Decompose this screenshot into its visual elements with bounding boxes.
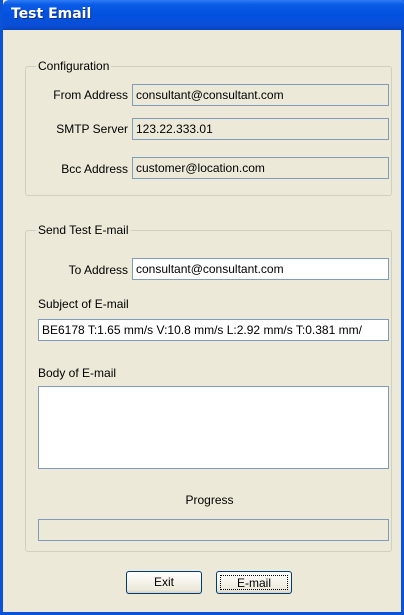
to-address-input[interactable]: consultant@consultant.com — [132, 258, 389, 280]
send-test-email-group: Send Test E-mail To Address consultant@c… — [25, 223, 392, 552]
body-label: Body of E-mail — [38, 366, 117, 380]
bcc-address-field[interactable]: customer@location.com — [132, 157, 389, 179]
bcc-address-label: Bcc Address — [61, 162, 128, 176]
from-address-field[interactable]: consultant@consultant.com — [132, 84, 389, 106]
from-address-label: From Address — [53, 88, 128, 102]
progress-bar — [38, 519, 389, 541]
progress-label: Progress — [185, 493, 234, 507]
subject-input[interactable]: BE6178 T:1.65 mm/s V:10.8 mm/s L:2.92 mm… — [38, 319, 389, 341]
test-email-window: Test Email Configuration From Address co… — [0, 0, 404, 615]
subject-label: Subject of E-mail — [38, 297, 129, 311]
send-test-email-label: Send Test E-mail — [36, 223, 131, 237]
smtp-server-label: SMTP Server — [56, 122, 128, 136]
body-textarea[interactable] — [38, 386, 389, 469]
to-address-label: To Address — [68, 263, 128, 277]
configuration-label: Configuration — [36, 59, 112, 73]
email-button-label: E-mail — [220, 575, 288, 590]
configuration-group: Configuration From Address consultant@co… — [25, 59, 392, 196]
title-bar[interactable]: Test Email — [3, 0, 404, 30]
window-title: Test Email — [11, 6, 92, 22]
exit-button[interactable]: Exit — [126, 571, 202, 594]
smtp-server-field[interactable]: 123.22.333.01 — [132, 118, 389, 140]
email-button[interactable]: E-mail — [216, 571, 292, 594]
